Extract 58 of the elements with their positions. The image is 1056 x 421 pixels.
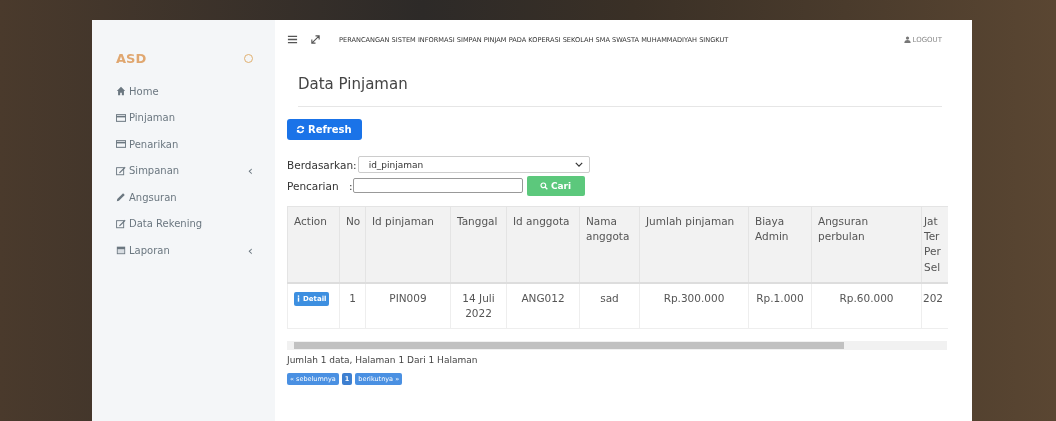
horizontal-scrollbar[interactable]	[287, 341, 947, 351]
column-header: Tanggal	[450, 206, 507, 283]
separator: :	[349, 179, 353, 192]
home-icon	[116, 86, 126, 97]
table-cell: Rp.300.000	[639, 282, 749, 329]
column-header: Nama anggota	[579, 206, 640, 283]
table-cell: ANG012	[506, 282, 580, 329]
edit-icon	[116, 218, 126, 229]
refresh-button[interactable]: Refresh	[287, 119, 362, 140]
edit-icon	[116, 165, 126, 176]
caret-icon	[574, 162, 583, 167]
sidebar-label: Penarikan	[129, 138, 179, 150]
table-cell: Rp.60.000	[811, 282, 922, 329]
column-header: Jat Ter Per Sel	[921, 206, 948, 283]
sidebar-label: Data Rekening	[129, 218, 203, 230]
sidebar-label: Home	[129, 85, 159, 97]
filter-label: Berdasarkan:	[287, 158, 357, 171]
sidebar-item[interactable]: Angsuran	[116, 184, 253, 211]
column-header: Angsuran perbulan	[811, 206, 922, 283]
column-header: Id pinjaman	[365, 206, 451, 283]
chevron-icon: ‹	[247, 163, 253, 179]
sidebar-label: Simpanan	[129, 165, 180, 177]
column-header: Action	[287, 206, 340, 283]
sidebar-label: Angsuran	[129, 191, 177, 203]
sidebar-item[interactable]: Home	[116, 78, 253, 105]
card-icon	[116, 139, 126, 150]
pencil-icon	[116, 192, 126, 203]
page-title: Data Pinjaman	[298, 75, 409, 93]
info-icon	[297, 295, 300, 303]
sidebar-item[interactable]: Penarikan	[116, 131, 253, 158]
column-header: Biaya Admin	[748, 206, 812, 283]
brand-name: ASD	[116, 50, 147, 66]
sidebar-label: Laporan	[129, 244, 170, 256]
filter-select[interactable]: id_pinjaman	[357, 156, 590, 173]
table-cell: Rp.1.000	[748, 282, 812, 329]
column-header: No	[339, 206, 366, 283]
table-cell: 1	[339, 282, 366, 329]
search-field[interactable]	[352, 178, 523, 193]
search-label: Pencarian	[287, 179, 340, 192]
summary-text: Jumlah 1 data, Halaman 1 Dari 1 Halaman	[287, 355, 479, 366]
sidebar-item[interactable]: Simpanan ‹	[116, 157, 253, 184]
user-icon	[903, 36, 911, 43]
sidebar-item[interactable]: Pinjaman	[116, 104, 253, 131]
card-icon	[116, 112, 126, 123]
sidebar-item[interactable]: Data Rekening	[116, 210, 253, 237]
calendar-icon	[116, 245, 126, 256]
menu-icon[interactable]	[287, 34, 298, 45]
column-header: Id anggota	[506, 206, 580, 283]
table-cell: 14 Juli 2022	[450, 282, 507, 329]
column-header: Jumlah pinjaman	[639, 206, 749, 283]
search-icon	[539, 181, 548, 190]
expand-icon[interactable]	[310, 34, 321, 45]
sidebar-label: Pinjaman	[129, 112, 176, 124]
refresh-icon	[296, 125, 305, 134]
sidebar-item[interactable]: Laporan ‹	[116, 237, 253, 264]
table-cell: PIN009	[365, 282, 451, 329]
table-cell: sad	[579, 282, 640, 329]
chevron-icon: ‹	[247, 242, 253, 258]
